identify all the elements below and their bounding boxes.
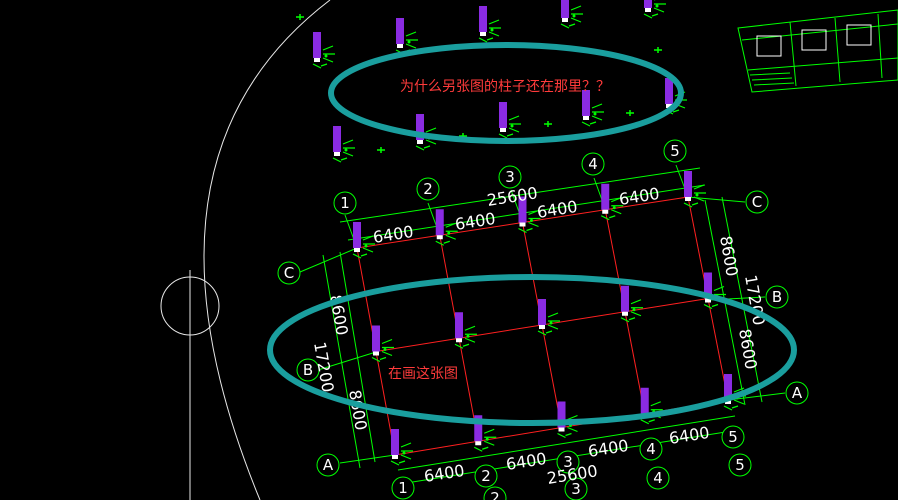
axis-bubble-icon-bottom-5: 5 [721, 425, 745, 449]
column-icon-1B [371, 325, 394, 363]
stray-marker-icon-1 [377, 147, 385, 153]
stray-column-icon-1 [312, 32, 335, 69]
svg-text:4: 4 [646, 440, 656, 458]
svg-text:4: 4 [588, 155, 598, 173]
svg-text:5: 5 [735, 456, 745, 474]
axis-bubble-icon-right-C: C [745, 190, 769, 214]
stray-column-icon-3 [478, 6, 501, 43]
svg-text:C: C [752, 193, 762, 211]
svg-text:3: 3 [505, 168, 515, 186]
axis-bubble-icon-top-4: 4 [581, 152, 605, 176]
axis-bubble-icon-top-1: 1 [333, 191, 357, 215]
column-icon-5C [683, 171, 706, 208]
axis-bubble-icon-bottom2-5: 5 [728, 453, 752, 477]
column-icon-2B [454, 312, 477, 349]
dim-text-right-bay-1: 8600 [716, 234, 742, 277]
stray-column-icon-4 [560, 0, 583, 29]
axis-bubble-icon-bottom-2: 2 [474, 464, 498, 488]
svg-text:2: 2 [481, 467, 491, 485]
axis-bubble-icon-right-A: A [785, 381, 809, 405]
axis-bubble-icon-bottom-4: 4 [639, 437, 663, 461]
svg-text:1: 1 [398, 479, 408, 497]
svg-text:2: 2 [423, 180, 433, 198]
cad-drawing-canvas[interactable]: 1 2 3 4 5 1 2 3 4 5 2 3 4 5 C B A C B A 6400 6400 6400 6400 2560… [0, 0, 898, 500]
dim-text-left-total: 17200 [310, 340, 338, 393]
svg-text:2: 2 [490, 489, 500, 500]
column-icon-3B [537, 299, 560, 336]
axis-leader-A-left [339, 454, 396, 464]
column-icon-1A [390, 429, 413, 466]
svg-text:C: C [284, 264, 294, 282]
stray-marker-icon-5 [654, 47, 662, 53]
axis-bubble-icon-top-5: 5 [663, 139, 687, 163]
dim-text-bottom-total: 25600 [546, 461, 599, 488]
top-annotation-text: 为什么另张图的柱子还在那里？？ [400, 79, 610, 95]
axis-bubble-icon-right-B: B [765, 285, 789, 309]
svg-text:5: 5 [670, 142, 680, 160]
stray-column-icon-6 [332, 126, 355, 163]
dim-text-top-bay-2: 6400 [454, 209, 497, 234]
stray-marker-icon-3 [544, 121, 552, 127]
stray-column-icon-8 [498, 102, 521, 139]
dim-text-top-bay-1: 6400 [372, 222, 415, 247]
svg-text:A: A [792, 384, 803, 402]
svg-text:B: B [303, 361, 313, 379]
stray-column-icon-2 [395, 18, 418, 55]
dim-text-right-bay-2: 8600 [735, 327, 761, 370]
dim-text-top-bay-3: 6400 [536, 197, 579, 222]
axis-bubble-icon-left-A: A [316, 453, 340, 477]
dim-text-bottom-bay-2: 6400 [505, 449, 548, 474]
svg-text:B: B [772, 288, 782, 306]
axis-bubble-icon-bottom-1: 1 [391, 476, 415, 500]
stray-marker-icon-6 [296, 14, 304, 20]
svg-text:5: 5 [728, 428, 738, 446]
dim-text-top-bay-4: 6400 [618, 184, 661, 209]
boundary-arc [203, 0, 331, 500]
highlight-ellipse-bottom [267, 274, 797, 426]
title-block-icon [737, 9, 898, 93]
svg-text:A: A [323, 456, 334, 474]
dim-text-bottom-bay-4: 6400 [668, 423, 711, 448]
svg-text:1: 1 [340, 194, 350, 212]
stray-column-icon-5 [643, 0, 666, 19]
dim-text-top-total: 25600 [486, 183, 539, 210]
dim-text-bottom-bay-3: 6400 [587, 436, 630, 461]
cad-viewport[interactable]: 12345123452 345CBACBA64006400 640064002560… [0, 0, 898, 500]
axis-bubble-icon-left-C: C [277, 261, 301, 285]
axis-bubble-icon-bottom2-2: 2 [483, 486, 507, 500]
dim-text-left-bay-2: 8600 [345, 388, 371, 431]
svg-text:4: 4 [653, 469, 663, 487]
axis-leader-C-left [299, 247, 358, 273]
column-icon-4B [620, 285, 643, 323]
axis-bubble-icon-top-2: 2 [416, 177, 440, 201]
axis-bubble-icon-top-3: 3 [498, 165, 522, 189]
stray-marker-icon-4 [626, 110, 634, 116]
axis-bubble-icon-bottom2-4: 4 [646, 466, 670, 490]
bottom-annotation-text: 在画这张图 [388, 366, 458, 382]
